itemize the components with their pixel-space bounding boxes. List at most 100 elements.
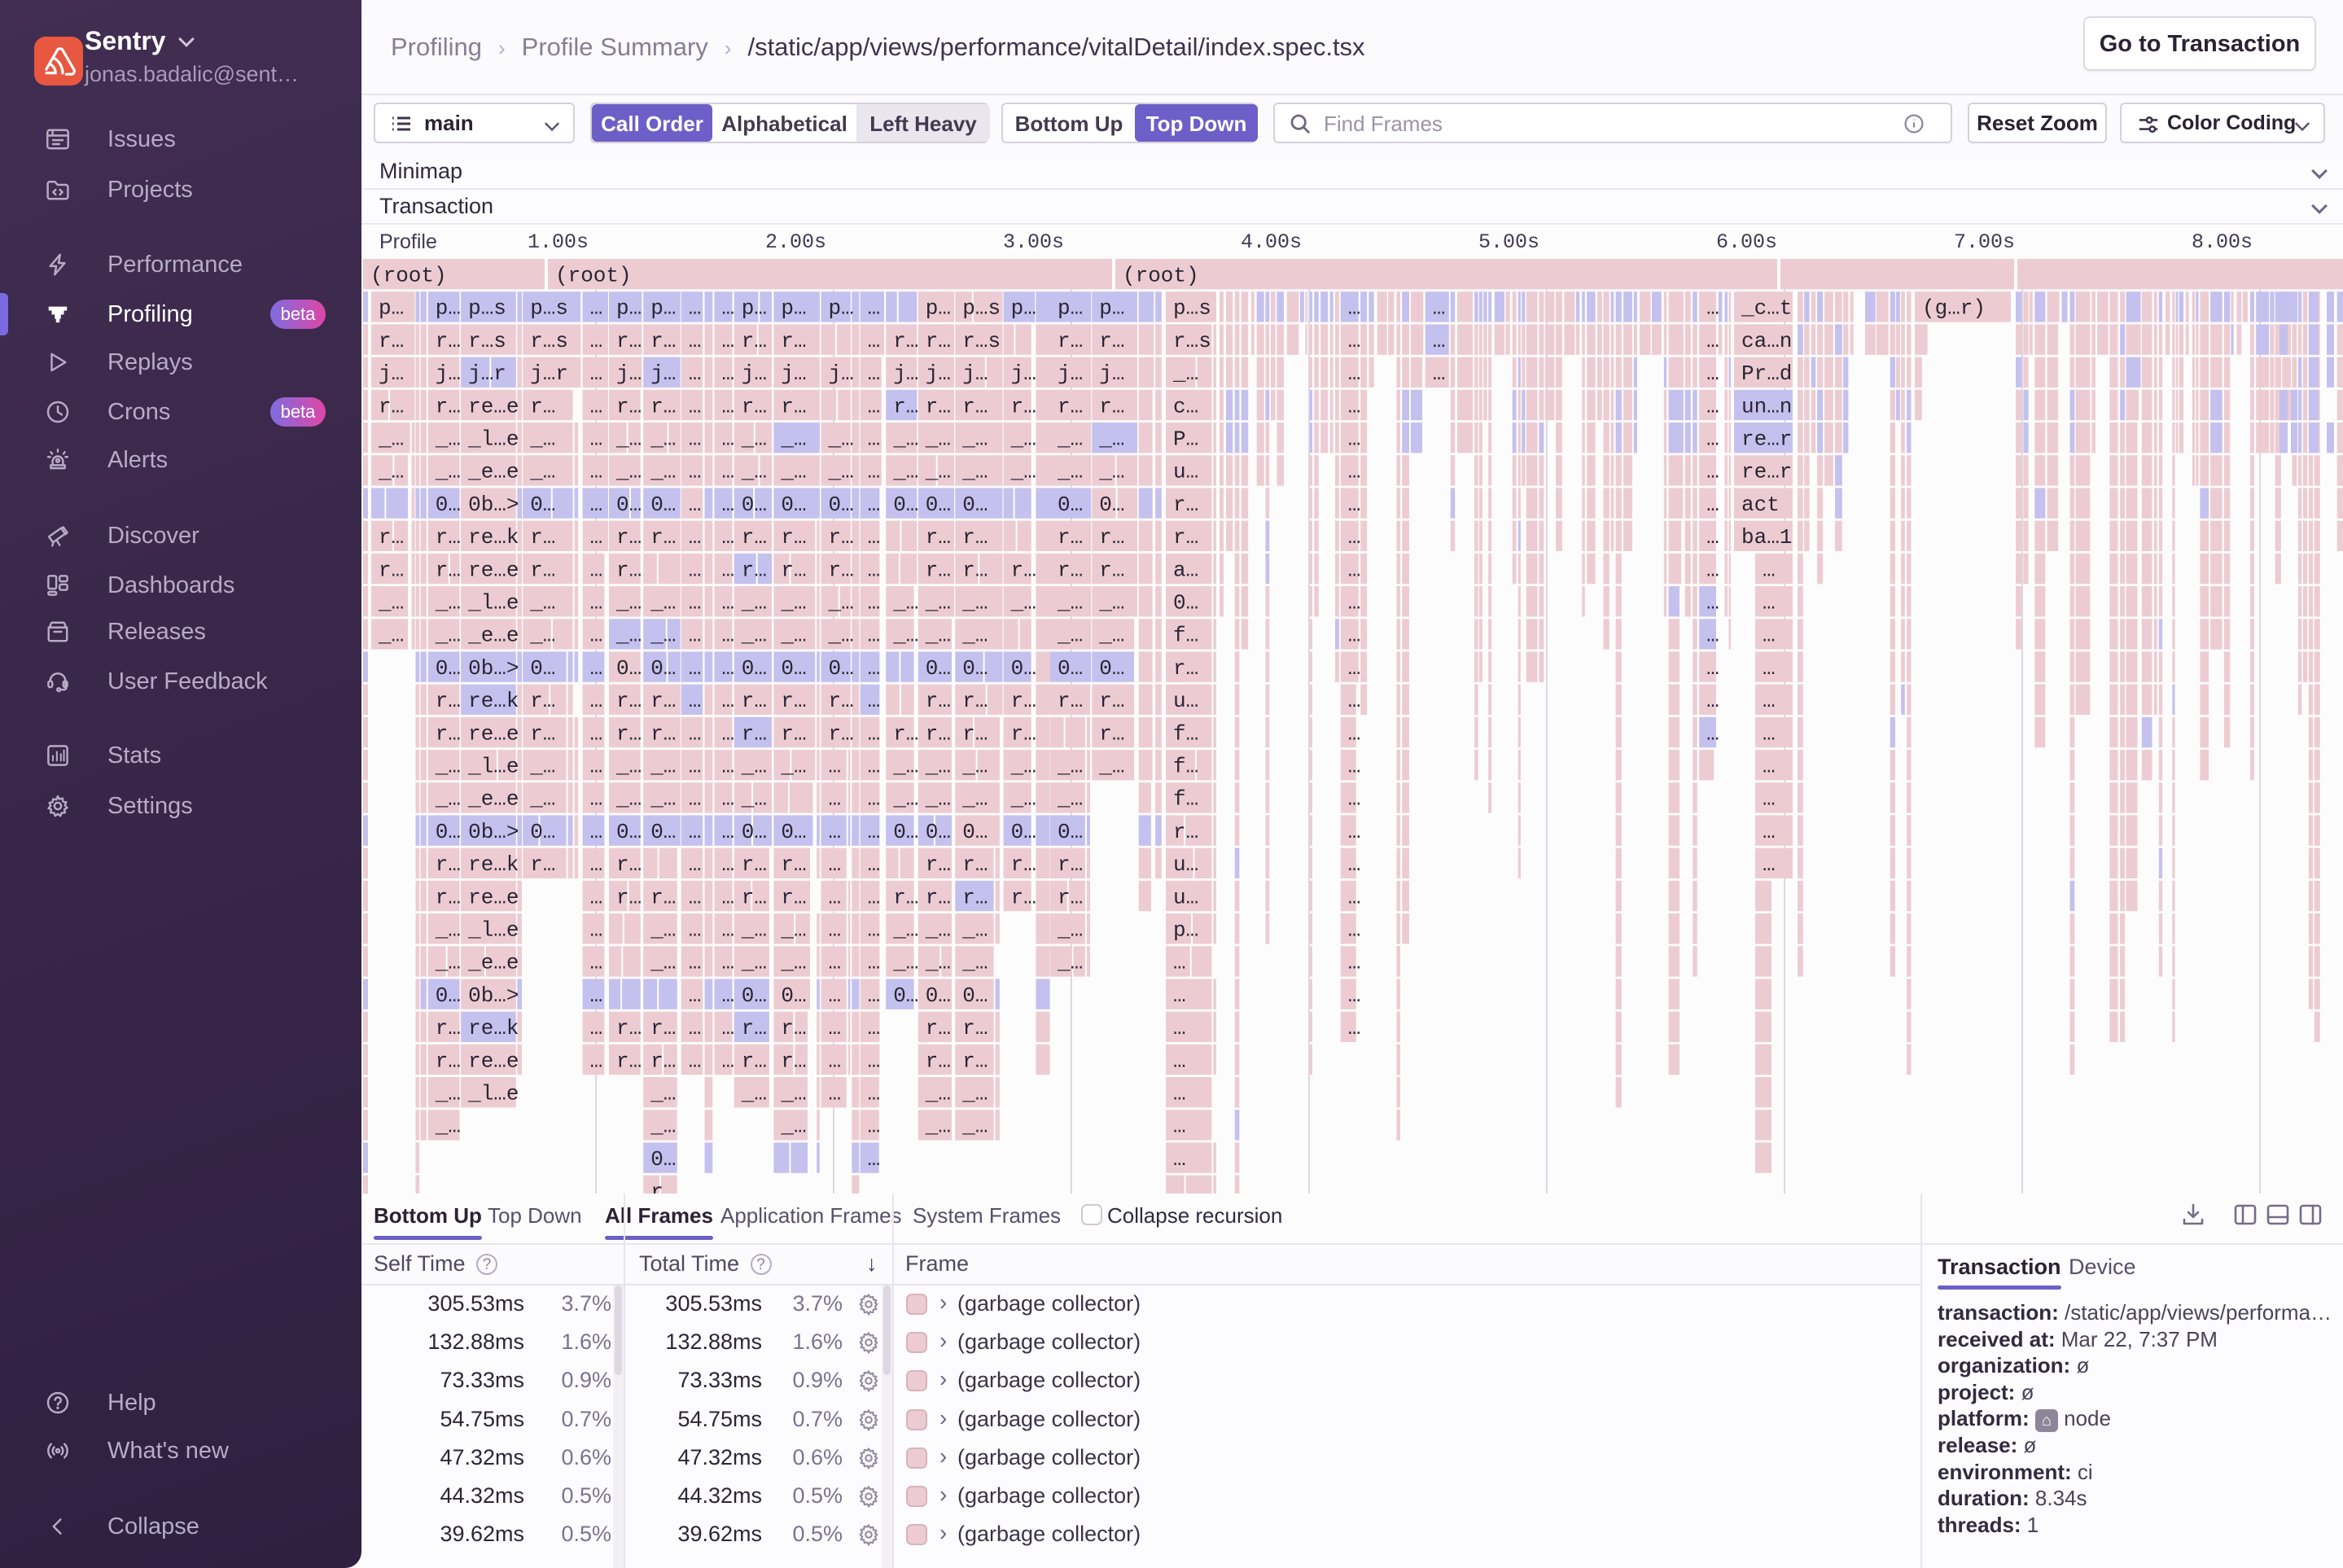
svg-text:0…: 0… (616, 656, 642, 681)
svg-text:…: … (590, 983, 603, 1008)
svg-text:r…: r… (742, 1016, 767, 1040)
svg-text:_…: _… (529, 787, 555, 812)
svg-text:r…: r… (962, 689, 988, 713)
svg-text:0…: 0… (829, 493, 854, 517)
svg-text:…: … (1173, 1049, 1186, 1073)
svg-text:r…: r… (650, 885, 676, 909)
svg-text:…: … (1348, 624, 1361, 648)
svg-text:0…: 0… (1099, 493, 1124, 517)
svg-text:r…: r… (829, 525, 854, 550)
svg-text:_…: _… (650, 787, 676, 812)
svg-text:r…: r… (781, 1016, 806, 1040)
svg-text:_…: _… (650, 460, 676, 484)
svg-text:P…: P… (1173, 427, 1198, 452)
svg-text:…: … (590, 918, 603, 943)
svg-text:…: … (1763, 624, 1776, 648)
svg-text:r…: r… (962, 852, 988, 877)
svg-text:_…: _… (961, 787, 988, 812)
svg-text:0…: 0… (1058, 493, 1083, 517)
svg-text:(root): (root) (555, 264, 632, 288)
svg-text:j…: j… (379, 361, 404, 386)
svg-text:…: … (1348, 525, 1361, 550)
svg-text:_…: _… (892, 951, 918, 975)
svg-text:0b…>: 0b…> (468, 983, 519, 1008)
svg-text:…: … (722, 820, 735, 844)
svg-text:_…: _… (1057, 591, 1083, 615)
svg-text:_…: _… (615, 591, 642, 615)
svg-text:…: … (722, 296, 735, 321)
svg-text:…: … (829, 820, 842, 844)
svg-text:_…: _… (741, 918, 767, 943)
svg-text:…: … (1173, 951, 1186, 975)
svg-text:…: … (689, 558, 702, 582)
svg-text:…: … (1173, 1016, 1186, 1040)
svg-text:…: … (689, 624, 702, 648)
svg-text:…: … (590, 787, 603, 812)
svg-text:r…: r… (1011, 721, 1036, 746)
svg-text:r…: r… (926, 689, 951, 713)
svg-text:_…: _… (650, 591, 676, 615)
svg-text:0…: 0… (962, 983, 988, 1008)
svg-text:_…: _… (650, 624, 676, 648)
svg-text:j…: j… (829, 361, 854, 386)
svg-text:…: … (868, 721, 881, 746)
svg-text:_e…e: _e…e (467, 460, 519, 484)
svg-text:_e…e: _e…e (467, 787, 519, 812)
svg-text:r…: r… (436, 394, 461, 418)
svg-text:p…: p… (650, 296, 676, 321)
svg-text:r…: r… (781, 558, 806, 582)
svg-text:…: … (868, 983, 881, 1008)
svg-text:…: … (1173, 1180, 1186, 1194)
svg-text:_…: _… (1057, 460, 1083, 484)
svg-text:r…: r… (1011, 394, 1036, 418)
svg-text:j…: j… (650, 361, 676, 386)
svg-text:f…: f… (1173, 624, 1198, 648)
svg-text:r…: r… (1173, 493, 1198, 517)
svg-text:_…: _… (1057, 427, 1083, 452)
svg-text:…: … (689, 721, 702, 746)
svg-text:r…: r… (616, 721, 642, 746)
svg-text:_…: _… (780, 1115, 806, 1139)
svg-text:…: … (689, 787, 702, 812)
svg-text:r…: r… (436, 558, 461, 582)
svg-text:…: … (1763, 656, 1776, 681)
svg-text:_…: _… (435, 427, 461, 452)
svg-text:…: … (868, 852, 881, 877)
svg-text:…: … (689, 1049, 702, 1073)
svg-text:…: … (722, 460, 735, 484)
svg-text:r…: r… (742, 885, 767, 909)
svg-text:r…: r… (1099, 721, 1124, 746)
svg-text:f…: f… (1173, 721, 1198, 746)
svg-text:…: … (1173, 1147, 1186, 1172)
svg-text:r…: r… (829, 689, 854, 713)
svg-text:r…: r… (926, 525, 951, 550)
svg-text:_…: _… (780, 951, 806, 975)
svg-text:p…: p… (742, 296, 767, 321)
svg-text:…: … (689, 656, 702, 681)
svg-text:0…: 0… (781, 983, 806, 1008)
svg-text:…: … (868, 755, 881, 779)
svg-text:…: … (722, 361, 735, 386)
svg-text:p…s: p…s (468, 296, 506, 321)
svg-text:r…: r… (650, 1049, 676, 1073)
svg-text:j…: j… (436, 361, 461, 386)
svg-text:r…: r… (530, 721, 555, 746)
svg-text:…: … (722, 885, 735, 909)
svg-text:r…: r… (650, 525, 676, 550)
svg-text:…: … (1348, 460, 1361, 484)
svg-text:…: … (1348, 885, 1361, 909)
svg-text:r…: r… (926, 721, 951, 746)
svg-text:_…: _… (1057, 755, 1083, 779)
svg-text:_…: _… (741, 755, 767, 779)
svg-text:…: … (1348, 591, 1361, 615)
svg-text:_…: _… (529, 460, 555, 484)
svg-text:r…: r… (742, 721, 767, 746)
svg-text:0…: 0… (650, 1147, 676, 1172)
svg-text:…: … (868, 1049, 881, 1073)
svg-text:r…: r… (1058, 329, 1083, 353)
svg-text:…: … (689, 525, 702, 550)
svg-text:r…: r… (616, 525, 642, 550)
svg-text:r…: r… (1099, 558, 1124, 582)
svg-text:0…: 0… (893, 820, 918, 844)
svg-text:Pr…d: Pr…d (1741, 361, 1792, 386)
